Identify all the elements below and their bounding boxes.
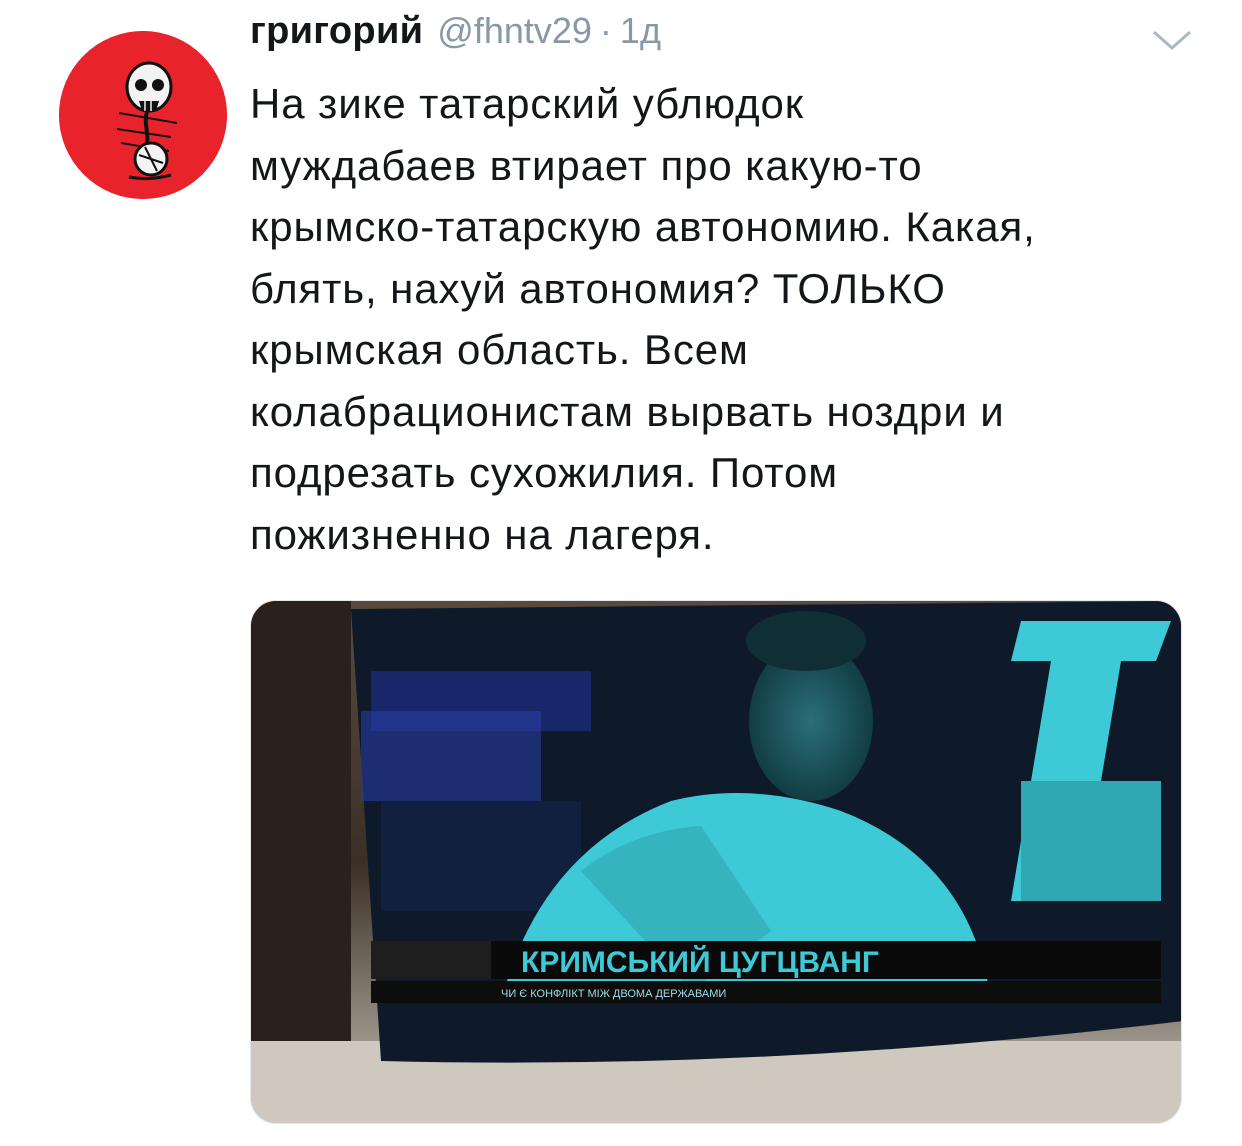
tweet-media-photo[interactable]: КРИМСЬКИЙ ЦУГЦВАНГ ЧИ Є КОНФЛІКТ МІЖ ДВО… <box>250 600 1182 1124</box>
skull-illustration-icon <box>59 31 227 199</box>
separator-dot: · <box>599 10 612 51</box>
timestamp[interactable]: 1д <box>620 10 661 52</box>
tweet-text: На зике татарский ублюдок муждабаев втир… <box>250 80 1036 558</box>
tweet-header: григорий @fhntv29 · 1д <box>250 10 661 70</box>
chevron-down-icon[interactable] <box>1148 22 1196 58</box>
tweet: григорий @fhntv29 · 1д На зике татарский… <box>0 0 1242 1146</box>
avatar[interactable] <box>59 31 227 199</box>
caption-ticker: ЧИ Є КОНФЛІКТ МІЖ ДВОМА ДЕРЖАВАМИ <box>501 988 726 1000</box>
caption-main: КРИМСЬКИЙ ЦУГЦВАНГ <box>521 945 879 979</box>
display-name[interactable]: григорий <box>250 10 423 53</box>
user-handle[interactable]: @fhntv29 <box>437 10 592 52</box>
